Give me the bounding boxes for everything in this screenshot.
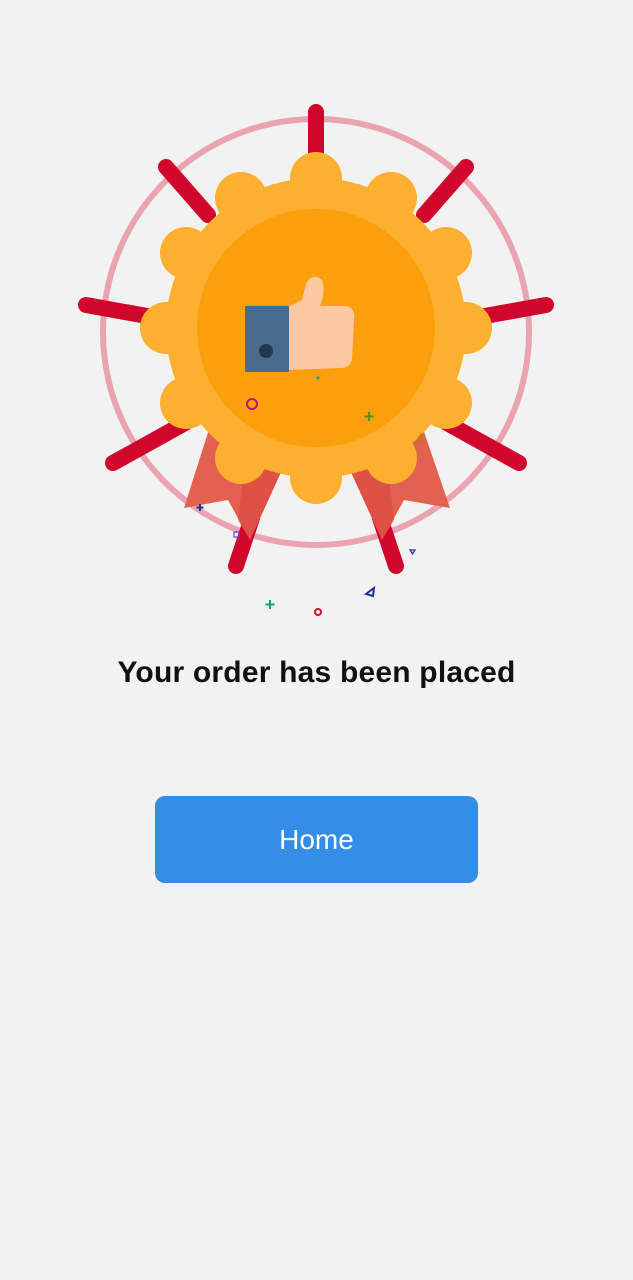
order-placed-title: Your order has been placed xyxy=(117,656,516,689)
home-button[interactable]: Home xyxy=(155,796,478,883)
order-success-illustration xyxy=(78,104,554,616)
order-confirmation-screen: Your order has been placed Home xyxy=(0,0,633,1280)
